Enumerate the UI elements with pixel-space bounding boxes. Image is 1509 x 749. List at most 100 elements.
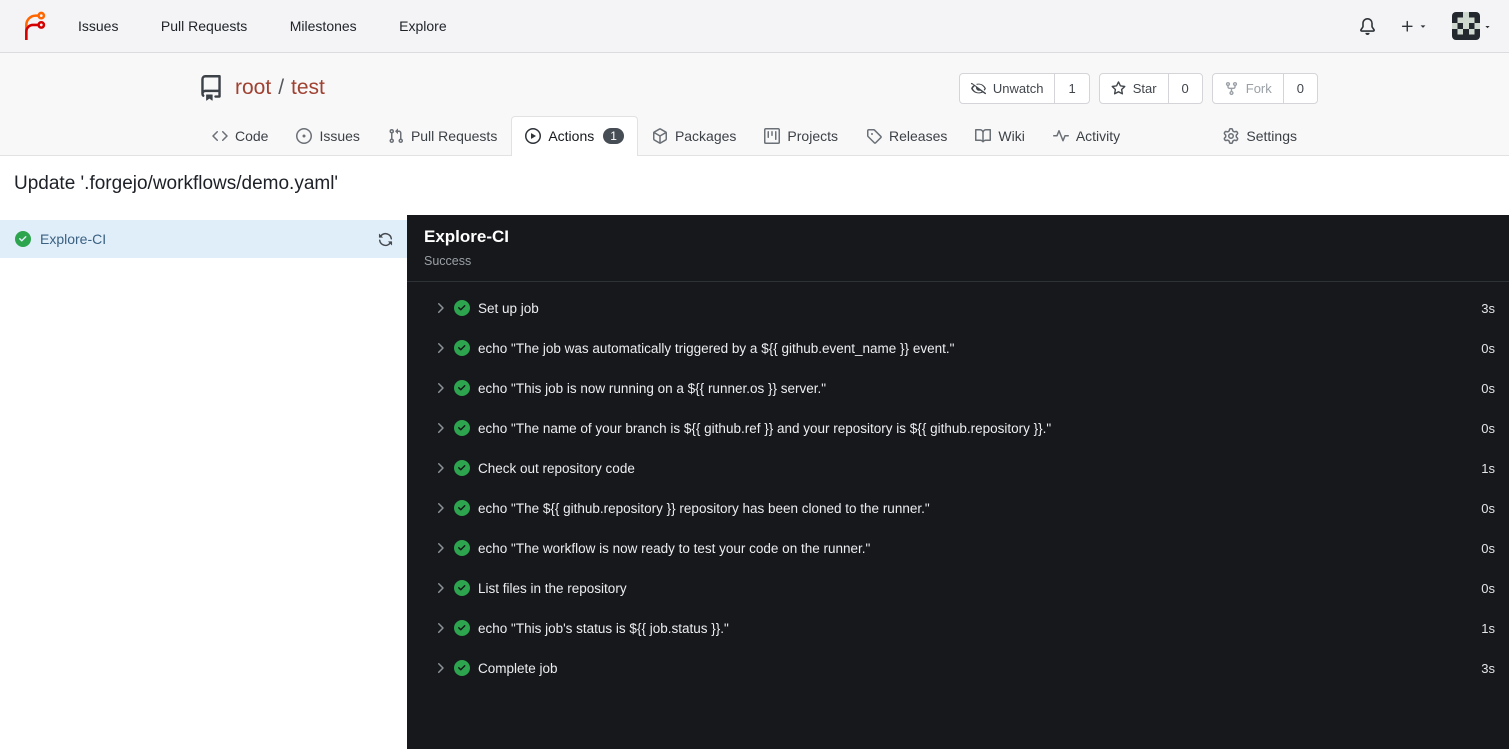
step-name: echo "The workflow is now ready to test … <box>478 540 871 556</box>
step-duration: 0s <box>1481 580 1495 596</box>
forgejo-logo-icon[interactable] <box>17 10 49 42</box>
user-menu[interactable] <box>1452 12 1492 40</box>
repo-name-link[interactable]: test <box>291 76 325 100</box>
repo-action-buttons: Unwatch 1 Star 0 Fork 0 <box>958 72 1318 104</box>
nav-item-explore[interactable]: Explore <box>380 0 465 53</box>
step-row[interactable]: Complete job 3s <box>407 648 1509 688</box>
top-navbar: Issues Pull Requests Milestones Explore <box>0 0 1509 53</box>
watchers-count[interactable]: 1 <box>1054 73 1088 103</box>
main-nav: Issues Pull Requests Milestones Explore <box>59 0 466 53</box>
repo-title: root / test <box>235 76 325 100</box>
nav-item-milestones[interactable]: Milestones <box>271 0 376 53</box>
bell-icon[interactable] <box>1359 17 1376 35</box>
repo-owner-link[interactable]: root <box>235 76 271 100</box>
job-item-explore-ci[interactable]: Explore-CI <box>0 220 407 258</box>
tag-icon <box>866 128 882 144</box>
tab-wiki[interactable]: Wiki <box>961 116 1038 155</box>
git-pull-request-icon <box>388 128 404 144</box>
tab-actions[interactable]: Actions 1 <box>511 116 638 156</box>
chevron-right-icon[interactable] <box>432 540 448 556</box>
step-name: echo "This job is now running on a ${{ r… <box>478 380 827 396</box>
tab-code[interactable]: Code <box>198 116 282 155</box>
step-row[interactable]: echo "The name of your branch is ${{ git… <box>407 408 1509 448</box>
create-new-button[interactable] <box>1400 19 1428 34</box>
gear-icon <box>1223 128 1239 144</box>
step-name: echo "The job was automatically triggere… <box>478 340 955 356</box>
caret-down-icon <box>1418 21 1428 31</box>
chevron-right-icon[interactable] <box>432 500 448 516</box>
step-duration: 1s <box>1481 620 1495 636</box>
sync-icon[interactable] <box>378 232 393 247</box>
step-name: echo "The ${{ github.repository }} repos… <box>478 500 930 516</box>
stars-count[interactable]: 0 <box>1167 73 1202 103</box>
step-name: echo "The name of your branch is ${{ git… <box>478 420 1052 436</box>
step-row[interactable]: echo "This job is now running on a ${{ r… <box>407 368 1509 408</box>
check-circle-icon <box>15 231 31 247</box>
tab-pull-requests[interactable]: Pull Requests <box>374 116 511 155</box>
code-icon <box>212 128 228 144</box>
repo-tabs: Code Issues Pull Requests Actions 1 Pack… <box>191 116 1318 156</box>
navbar-right <box>1359 12 1492 40</box>
tab-issues[interactable]: Issues <box>282 116 373 155</box>
step-name: List files in the repository <box>478 580 627 596</box>
check-circle-icon <box>454 460 470 476</box>
chevron-right-icon[interactable] <box>432 340 448 356</box>
step-row[interactable]: echo "This job's status is ${{ job.statu… <box>407 608 1509 648</box>
tab-packages[interactable]: Packages <box>638 116 750 155</box>
nav-item-issues[interactable]: Issues <box>59 0 137 53</box>
log-panel-header: Explore-CI Success <box>407 215 1509 282</box>
step-name: Complete job <box>478 660 558 676</box>
check-circle-icon <box>454 420 470 436</box>
forks-count[interactable]: 0 <box>1282 73 1317 103</box>
chevron-right-icon[interactable] <box>432 380 448 396</box>
step-row[interactable]: List files in the repository 0s <box>407 568 1509 608</box>
tab-label: Packages <box>674 128 737 144</box>
tab-label: Code <box>235 128 269 144</box>
tab-releases[interactable]: Releases <box>852 116 961 155</box>
book-open-icon <box>975 128 992 144</box>
pulse-icon <box>1052 128 1069 144</box>
play-circle-icon <box>525 128 542 144</box>
package-icon <box>652 128 668 144</box>
chevron-right-icon[interactable] <box>432 580 448 596</box>
star-label: Star <box>1132 80 1157 96</box>
tab-settings[interactable]: Settings <box>1209 116 1311 155</box>
unwatch-button[interactable]: Unwatch <box>960 74 1055 103</box>
nav-item-pull-requests[interactable]: Pull Requests <box>142 0 266 53</box>
step-duration: 3s <box>1481 300 1495 316</box>
chevron-right-icon[interactable] <box>432 420 448 436</box>
log-panel-title: Explore-CI <box>424 227 510 246</box>
fork-button[interactable]: Fork <box>1213 74 1283 103</box>
step-duration: 0s <box>1481 340 1495 356</box>
step-row[interactable]: echo "The job was automatically triggere… <box>407 328 1509 368</box>
check-circle-icon <box>454 660 470 676</box>
tab-label: Pull Requests <box>410 128 498 144</box>
step-duration: 3s <box>1481 660 1495 676</box>
check-circle-icon <box>454 300 470 316</box>
job-list: Explore-CI <box>0 215 407 749</box>
step-row[interactable]: echo "The ${{ github.repository }} repos… <box>407 488 1509 528</box>
step-row[interactable]: echo "The workflow is now ready to test … <box>407 528 1509 568</box>
check-circle-icon <box>454 380 470 396</box>
tab-projects[interactable]: Projects <box>750 116 852 155</box>
step-row[interactable]: Set up job 3s <box>407 288 1509 328</box>
fork-button-group: Fork 0 <box>1211 72 1318 104</box>
star-button[interactable]: Star <box>1100 74 1168 103</box>
chevron-right-icon[interactable] <box>432 620 448 636</box>
chevron-right-icon[interactable] <box>432 300 448 316</box>
tab-activity[interactable]: Activity <box>1039 116 1134 155</box>
unwatch-label: Unwatch <box>992 80 1044 96</box>
fork-label: Fork <box>1245 80 1272 96</box>
step-duration: 1s <box>1481 460 1495 476</box>
step-duration: 0s <box>1481 420 1495 436</box>
chevron-right-icon[interactable] <box>432 460 448 476</box>
star-button-group: Star 0 <box>1098 72 1203 104</box>
run-title: Update '.forgejo/workflows/demo.yaml' <box>14 173 339 194</box>
chevron-right-icon[interactable] <box>432 660 448 676</box>
step-row[interactable]: Check out repository code 1s <box>407 448 1509 488</box>
tab-label: Issues <box>319 128 360 144</box>
run-body: Explore-CI Explore-CI Success Set up job… <box>0 215 1509 749</box>
tab-label: Settings <box>1246 128 1297 144</box>
step-name: echo "This job's status is ${{ job.statu… <box>478 620 729 636</box>
git-fork-icon <box>1224 81 1239 96</box>
